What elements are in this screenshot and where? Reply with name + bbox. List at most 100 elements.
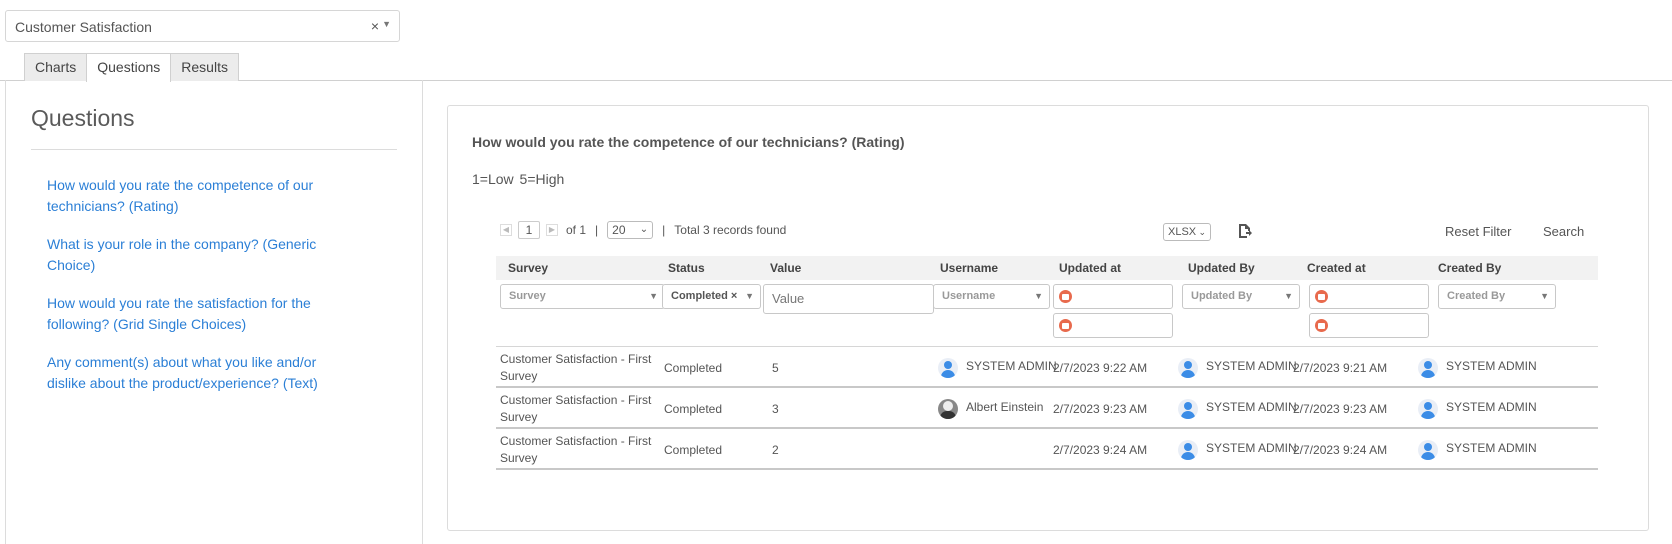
question-list: How would you rate the competence of our… (47, 175, 347, 411)
prev-page-icon[interactable]: ◀ (500, 224, 512, 236)
question-link[interactable]: Any comment(s) about what you like and/o… (47, 352, 347, 394)
cell-created-at: 2/7/2023 9:21 AM (1293, 361, 1388, 375)
question-link[interactable]: How would you rate the satisfaction for … (47, 293, 347, 335)
rating-legend: 1=Low 5=High (472, 171, 565, 187)
person-icon (1418, 440, 1438, 460)
updated-at-to-input[interactable] (1053, 313, 1173, 338)
cell-value: 5 (772, 361, 779, 375)
created-by-filter-placeholder: Created By (1447, 290, 1506, 302)
clear-icon[interactable]: × (371, 18, 379, 34)
chevron-down-icon: ▼ (1284, 291, 1293, 301)
calendar-icon[interactable] (1315, 319, 1328, 332)
chevron-down-icon: ▼ (1034, 291, 1043, 301)
calendar-icon[interactable] (1059, 290, 1072, 303)
panel-title: Questions (31, 105, 135, 131)
column-header-created-by[interactable]: Created By (1438, 261, 1501, 275)
chevron-down-icon: ▼ (1540, 291, 1549, 301)
chevron-down-icon: ▼ (745, 291, 754, 301)
grid-header: Survey Status Value Username Updated at … (496, 256, 1598, 280)
calendar-icon[interactable] (1315, 290, 1328, 303)
question-link[interactable]: What is your role in the company? (Gener… (47, 234, 347, 276)
column-header-updated-at[interactable]: Updated at (1059, 261, 1121, 275)
cell-value: 3 (772, 402, 779, 416)
updated-by-filter[interactable]: Updated By ▼ (1182, 284, 1300, 309)
survey-filter-placeholder: Survey (509, 290, 546, 302)
column-header-status[interactable]: Status (668, 261, 705, 275)
cell-updated-by: SYSTEM ADMIN (1206, 441, 1297, 455)
row-divider (496, 468, 1598, 470)
cell-created-by: SYSTEM ADMIN (1446, 400, 1537, 414)
app-root: Customer Satisfaction × ▼ Charts Questio… (0, 0, 1672, 544)
chevron-down-icon: ⌄ (639, 224, 649, 235)
survey-select[interactable]: Customer Satisfaction × ▼ (5, 10, 400, 42)
updated-by-filter-placeholder: Updated By (1191, 290, 1253, 302)
clear-icon[interactable]: × (731, 290, 737, 302)
created-by-filter[interactable]: Created By ▼ (1438, 284, 1556, 309)
created-at-to-input[interactable] (1309, 313, 1429, 338)
cell-status: Completed (664, 361, 723, 375)
survey-filter[interactable]: Survey ▼ (500, 284, 665, 309)
next-page-icon[interactable]: ▶ (546, 224, 558, 236)
questions-panel: Questions How would you rate the compete… (5, 80, 423, 544)
row-divider (496, 427, 1598, 429)
separator: | (595, 223, 599, 237)
username-filter[interactable]: Username ▼ (933, 284, 1050, 309)
cell-survey: Customer Satisfaction - First Survey (500, 393, 652, 424)
person-icon (1178, 440, 1198, 460)
username-filter-placeholder: Username (942, 290, 996, 302)
page-input[interactable]: 1 (518, 221, 540, 239)
cell-created-by: SYSTEM ADMIN (1446, 359, 1537, 373)
person-icon (938, 358, 958, 378)
export-format-value: XLSX (1168, 226, 1197, 238)
column-header-created-at[interactable]: Created at (1307, 261, 1366, 275)
divider (31, 149, 397, 150)
cell-updated-by: SYSTEM ADMIN (1206, 359, 1297, 373)
record-count: Total 3 records found (674, 223, 787, 237)
reset-filter-button[interactable]: Reset Filter (1445, 224, 1511, 239)
search-button[interactable]: Search (1543, 224, 1584, 239)
cell-created-at: 2/7/2023 9:24 AM (1293, 443, 1388, 457)
column-header-survey[interactable]: Survey (508, 261, 548, 275)
page-size-select[interactable]: 20 ⌄ (607, 221, 654, 239)
cell-username: SYSTEM ADMIN (966, 359, 1057, 373)
pager: ◀ 1 ▶ of 1 | 20 ⌄ | Total 3 records found (500, 221, 786, 239)
cell-updated-by: SYSTEM ADMIN (1206, 400, 1297, 414)
export-file-icon[interactable] (1238, 223, 1252, 239)
cell-created-at: 2/7/2023 9:23 AM (1293, 402, 1388, 416)
survey-select-value: Customer Satisfaction (15, 19, 152, 35)
cell-status: Completed (664, 402, 723, 416)
calendar-icon[interactable] (1059, 319, 1072, 332)
cell-survey: Customer Satisfaction - First Survey (500, 434, 652, 465)
cell-username: Albert Einstein (966, 400, 1044, 414)
row-divider (496, 346, 1598, 347)
question-title: How would you rate the competence of our… (472, 134, 905, 150)
chevron-down-icon: ⌄ (1198, 227, 1206, 237)
chevron-down-icon: ▼ (649, 291, 658, 301)
tab-questions[interactable]: Questions (86, 53, 172, 82)
person-icon (1178, 399, 1198, 419)
page-count: of 1 (566, 223, 587, 237)
tab-charts[interactable]: Charts (24, 53, 88, 81)
person-icon (1418, 399, 1438, 419)
user-photo-avatar (938, 399, 958, 419)
cell-value: 2 (772, 443, 779, 457)
column-header-username[interactable]: Username (940, 261, 998, 275)
value-filter-input[interactable]: Value (763, 284, 934, 314)
column-header-value[interactable]: Value (770, 261, 801, 275)
chevron-down-icon[interactable]: ▼ (382, 19, 391, 29)
cell-updated-at: 2/7/2023 9:24 AM (1053, 443, 1148, 457)
cell-created-by: SYSTEM ADMIN (1446, 441, 1537, 455)
updated-at-from-input[interactable] (1053, 284, 1173, 309)
question-detail-card: How would you rate the competence of our… (447, 105, 1649, 531)
status-filter[interactable]: Completed × ▼ (662, 284, 761, 309)
question-link[interactable]: How would you rate the competence of our… (47, 175, 347, 217)
created-at-from-input[interactable] (1309, 284, 1429, 309)
status-filter-value: Completed (671, 290, 728, 302)
tab-bar: Charts Questions Results (24, 53, 239, 82)
tab-results[interactable]: Results (170, 53, 239, 81)
cell-updated-at: 2/7/2023 9:22 AM (1053, 361, 1148, 375)
export-format-select[interactable]: XLSX ⌄ (1163, 223, 1211, 241)
column-header-updated-by[interactable]: Updated By (1188, 261, 1255, 275)
cell-status: Completed (664, 443, 723, 457)
page-size-value: 20 (612, 223, 626, 237)
